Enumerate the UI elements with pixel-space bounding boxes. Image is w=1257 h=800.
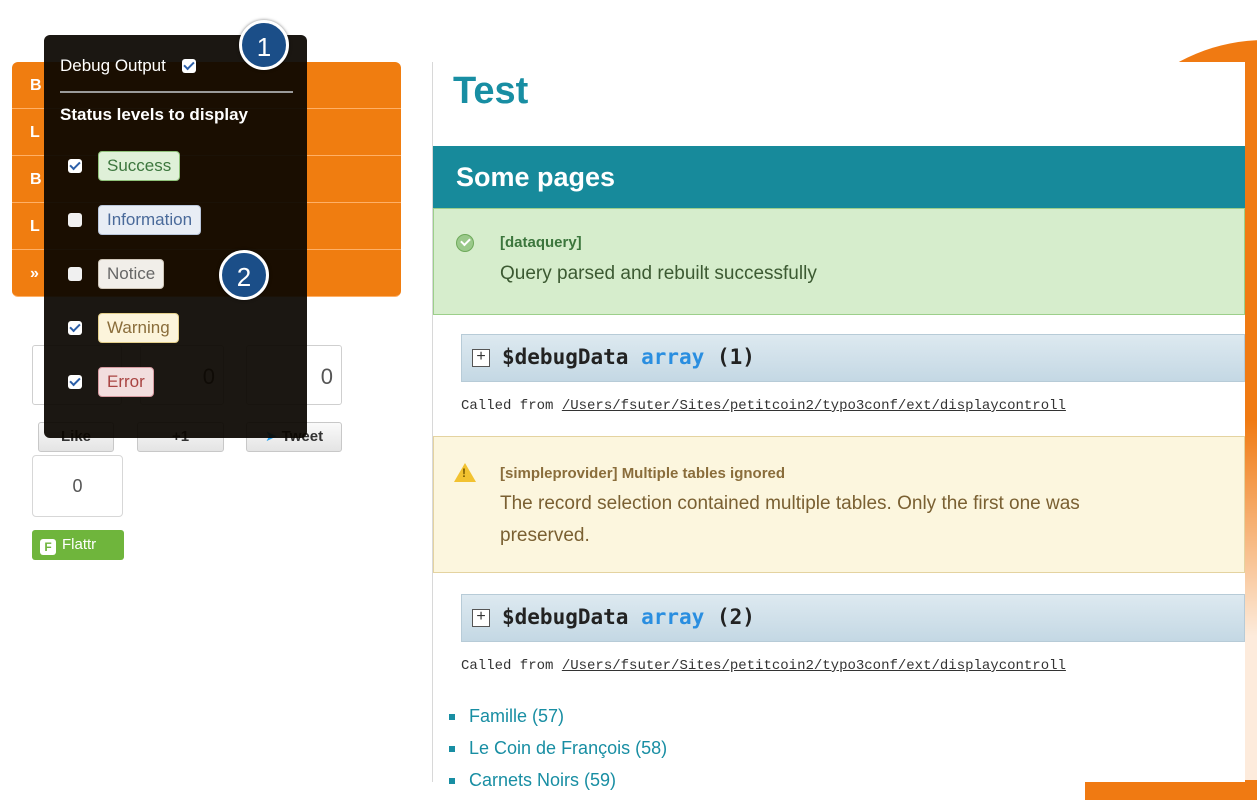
expand-icon[interactable]: + xyxy=(472,609,490,627)
called-from-path[interactable]: /Users/fsuter/Sites/petitcoin2/typo3conf… xyxy=(562,658,1066,674)
warning-tag: Warning xyxy=(98,313,179,343)
main-content: Test Some pages [dataquery] Query parsed… xyxy=(432,62,1245,790)
information-checkbox[interactable] xyxy=(68,213,82,227)
flattr-label: Flattr xyxy=(62,536,97,553)
warning-message: [simpleprovider] Multiple tables ignored… xyxy=(433,436,1245,573)
warning-checkbox[interactable] xyxy=(68,321,82,335)
debug-var-name: $debugData xyxy=(502,345,629,369)
warning-message-text-line2: preserved. xyxy=(500,525,590,546)
warning-triangle-icon xyxy=(454,463,476,482)
flattr-icon: F xyxy=(40,539,56,555)
status-levels-title: Status levels to display xyxy=(60,105,249,124)
flattr-count: 0 xyxy=(32,455,123,517)
debug-var-name: $debugData xyxy=(502,605,629,629)
called-from-1: Called from /Users/fsuter/Sites/petitcoi… xyxy=(461,398,1245,414)
notice-tag: Notice xyxy=(98,259,165,289)
debug-var-line: $debugData array (2) xyxy=(502,605,755,629)
pages-list: Famille (57) Le Coin de François (58) Ca… xyxy=(447,700,667,796)
debug-var-type: array xyxy=(641,605,705,629)
page-title: Test xyxy=(453,70,529,112)
notice-checkbox[interactable] xyxy=(68,267,82,281)
status-row-error: Error xyxy=(60,355,293,409)
called-from-path[interactable]: /Users/fsuter/Sites/petitcoin2/typo3conf… xyxy=(562,398,1066,414)
called-from-prefix: Called from xyxy=(461,398,554,414)
debug-output-popup: Debug Output Status levels to display Su… xyxy=(44,35,307,438)
status-row-warning: Warning xyxy=(60,301,293,355)
section-title: Some pages xyxy=(433,146,1245,208)
success-tag: Success xyxy=(98,151,181,181)
divider xyxy=(60,91,293,93)
error-checkbox[interactable] xyxy=(68,375,82,389)
check-circle-icon xyxy=(456,234,474,252)
list-item[interactable]: Le Coin de François (58) xyxy=(447,732,667,764)
debug-var-count: (2) xyxy=(716,605,755,629)
debug-output-label: Debug Output xyxy=(60,56,166,75)
success-checkbox[interactable] xyxy=(68,159,82,173)
debug-var-type: array xyxy=(641,345,705,369)
list-item[interactable]: Famille (57) xyxy=(447,700,667,732)
debug-data-block-2: + $debugData array (2) xyxy=(461,594,1245,642)
information-tag: Information xyxy=(98,205,202,235)
warning-message-text-line1: The record selection contained multiple … xyxy=(500,493,1080,514)
callout-2: 2 xyxy=(219,250,269,300)
status-row-success: Success xyxy=(60,139,293,193)
expand-icon[interactable]: + xyxy=(472,349,490,367)
debug-data-block-1: + $debugData array (1) xyxy=(461,334,1245,382)
success-message: [dataquery] Query parsed and rebuilt suc… xyxy=(433,208,1245,315)
status-row-information: Information xyxy=(60,193,293,247)
success-message-text: Query parsed and rebuilt successfully xyxy=(500,263,817,284)
debug-output-checkbox[interactable] xyxy=(181,59,196,73)
debug-var-count: (1) xyxy=(716,345,755,369)
called-from-2: Called from /Users/fsuter/Sites/petitcoi… xyxy=(461,658,1245,674)
flattr-button[interactable]: F Flattr xyxy=(32,530,124,560)
list-item[interactable]: Carnets Noirs (59) xyxy=(447,764,667,796)
debug-var-line: $debugData array (1) xyxy=(502,345,755,369)
error-tag: Error xyxy=(98,367,154,397)
called-from-prefix: Called from xyxy=(461,658,554,674)
warning-message-title: [simpleprovider] Multiple tables ignored xyxy=(500,465,786,482)
success-message-title: [dataquery] xyxy=(500,234,582,251)
callout-1: 1 xyxy=(239,20,289,70)
